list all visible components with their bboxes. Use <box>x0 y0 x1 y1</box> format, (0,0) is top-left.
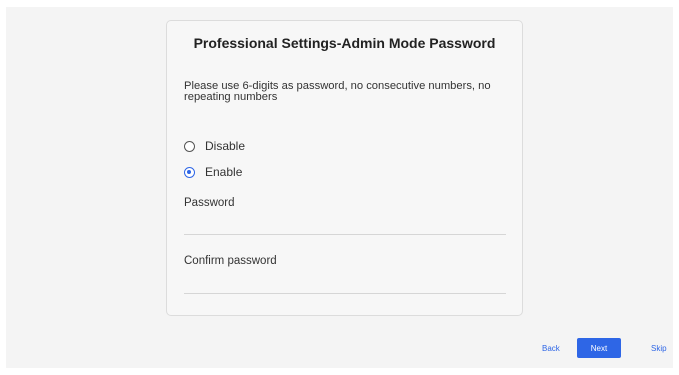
setup-screen: Professional Settings-Admin Mode Passwor… <box>6 7 673 368</box>
option-enable-label: Enable <box>205 165 243 179</box>
radio-enable[interactable] <box>184 166 195 178</box>
option-disable[interactable]: Disable <box>184 138 245 154</box>
confirm-password-input[interactable] <box>184 275 506 294</box>
next-button[interactable]: Next <box>577 338 621 358</box>
skip-button[interactable]: Skip <box>651 344 667 353</box>
option-enable[interactable]: Enable <box>184 164 242 180</box>
password-label: Password <box>184 197 235 209</box>
back-button[interactable]: Back <box>542 344 560 353</box>
password-input[interactable] <box>184 216 506 235</box>
password-rule-description: Please use 6-digits as password, no cons… <box>184 80 491 103</box>
radio-disable[interactable] <box>184 140 195 152</box>
confirm-password-label: Confirm password <box>184 255 277 267</box>
option-disable-label: Disable <box>205 139 246 153</box>
settings-card: Professional Settings-Admin Mode Passwor… <box>166 20 523 316</box>
card-title: Professional Settings-Admin Mode Passwor… <box>193 35 496 51</box>
